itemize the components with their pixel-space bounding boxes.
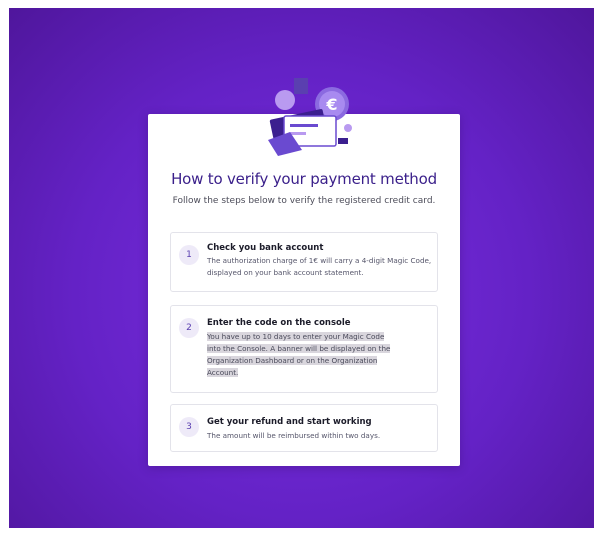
svg-text:€: €: [325, 95, 337, 114]
step-description: The amount will be reimbursed within two…: [207, 431, 381, 440]
step-title: Get your refund and start working: [207, 417, 372, 427]
dialog-title: How to verify your payment method: [171, 170, 437, 188]
step-card: 1 Check you bank account The authorizati…: [170, 232, 438, 292]
step-description: The authorization charge of 1€ will carr…: [207, 256, 432, 277]
credit-card-euro-icon: €: [268, 78, 352, 156]
step-number-badge: 1: [179, 245, 199, 265]
step-description: You have up to 10 days to enter your Mag…: [207, 331, 397, 379]
step-number-badge: 2: [179, 318, 199, 338]
step-number-badge: 3: [179, 417, 199, 437]
step-title: Check you bank account: [207, 243, 324, 253]
step-title: Enter the code on the console: [207, 318, 351, 328]
dialog-subtitle: Follow the steps below to verify the reg…: [172, 196, 436, 206]
step-card: 3 Get your refund and start working The …: [170, 404, 438, 452]
step-card: 2 Enter the code on the console You have…: [170, 305, 438, 393]
highlighted-text: You have up to 10 days to enter your Mag…: [207, 332, 391, 377]
